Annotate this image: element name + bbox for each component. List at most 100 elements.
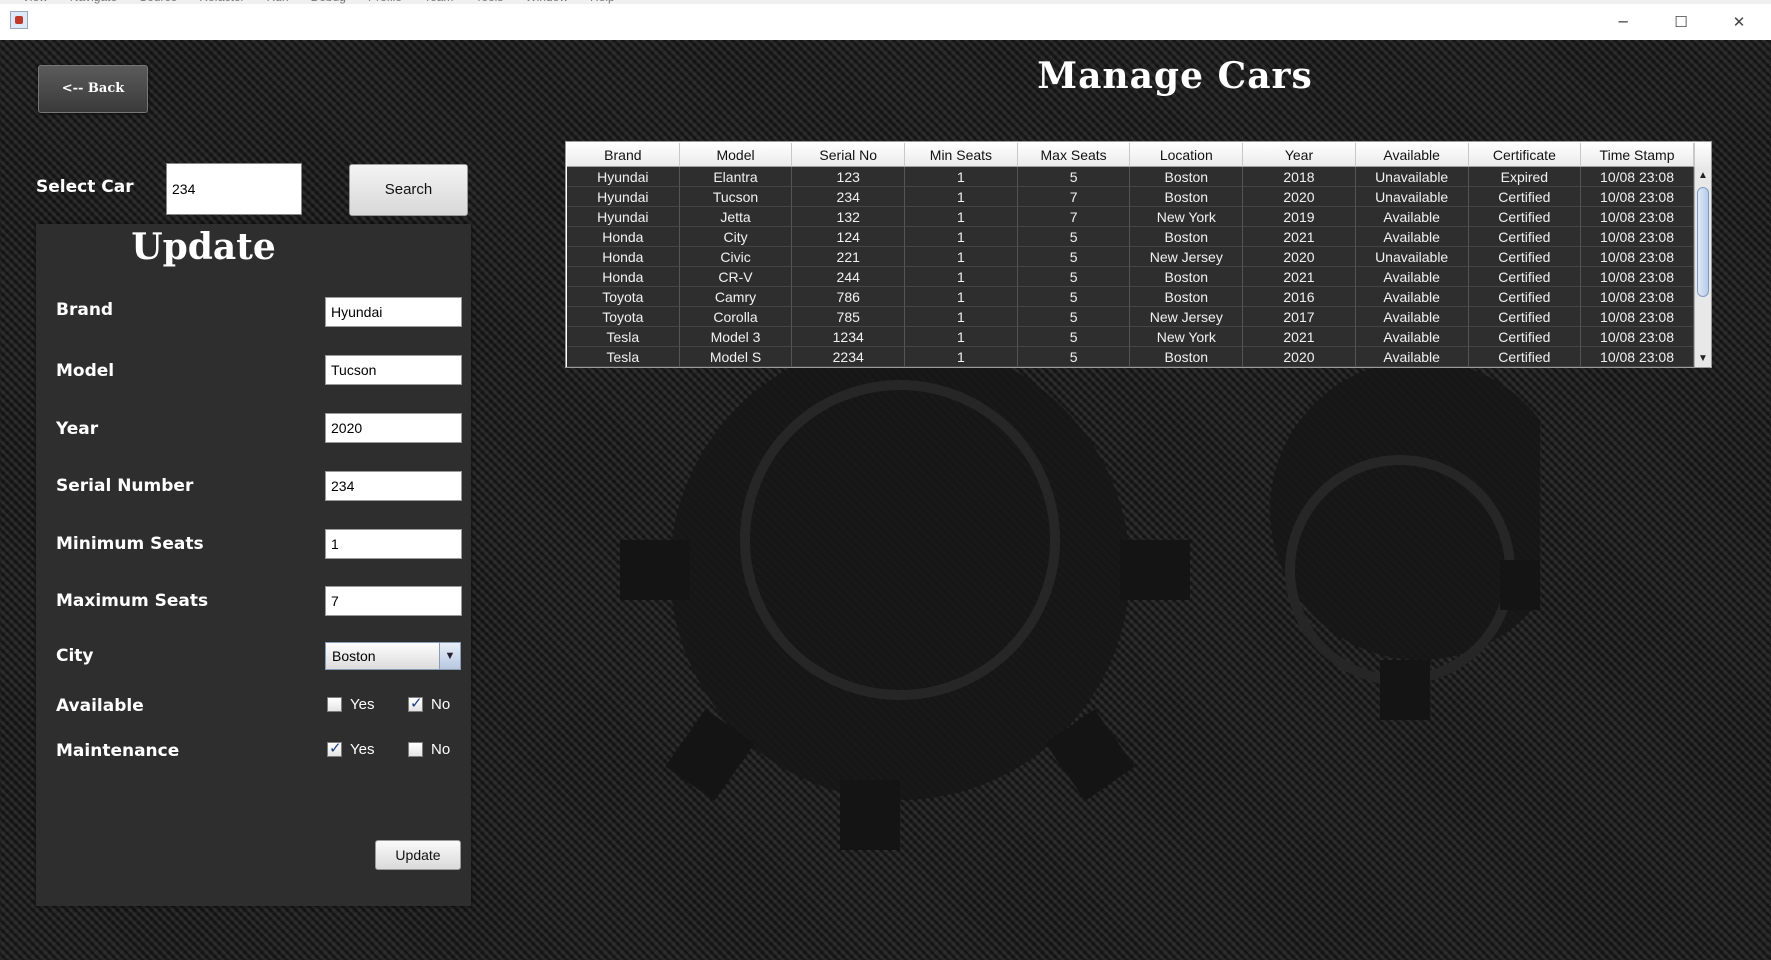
- table-cell: Boston: [1130, 347, 1244, 367]
- column-header[interactable]: Location: [1130, 143, 1244, 167]
- table-row[interactable]: Honda CR-V 244 1 5 Boston 2021 Available Certifi…: [567, 267, 1694, 287]
- serial-number-label: Serial Number: [56, 476, 194, 496]
- table-corner: [1694, 143, 1711, 167]
- select-car-input[interactable]: 234: [166, 163, 302, 215]
- serial-number-field[interactable]: 234: [325, 471, 462, 501]
- search-button[interactable]: Search: [349, 164, 468, 216]
- available-yes-label: Yes: [350, 696, 375, 713]
- scroll-down-icon[interactable]: ▼: [1695, 350, 1711, 367]
- table-cell: Hyundai: [567, 167, 680, 187]
- column-header[interactable]: Certificate: [1468, 143, 1582, 167]
- table-cell: Hyundai: [567, 207, 680, 227]
- table-body[interactable]: Hyundai Elantra 123 1 5 Boston 2018 Unavailable…: [567, 167, 1694, 367]
- table-cell: Elantra: [679, 167, 793, 187]
- available-yes-checkbox[interactable]: Yes: [327, 696, 374, 713]
- table-cell: 1: [905, 267, 1018, 287]
- maintenance-no-label: No: [431, 741, 451, 758]
- checkbox-icon[interactable]: [408, 694, 423, 712]
- chevron-down-icon[interactable]: ▼: [439, 643, 460, 669]
- minimize-button[interactable]: ─: [1594, 4, 1652, 40]
- table-cell: 10/08 23:08: [1581, 267, 1694, 287]
- table-cell: Available: [1355, 227, 1469, 247]
- table-cell: 5: [1017, 267, 1131, 287]
- close-button[interactable]: ✕: [1710, 4, 1768, 40]
- model-field[interactable]: Tucson: [325, 355, 462, 385]
- table-cell: 5: [1017, 307, 1131, 327]
- table-cell: Available: [1355, 327, 1469, 347]
- city-select[interactable]: Boston ▼: [325, 642, 461, 670]
- table-cell: Toyota: [567, 307, 680, 327]
- column-header[interactable]: Max Seats: [1017, 143, 1131, 167]
- column-header[interactable]: Brand: [567, 143, 680, 167]
- table-cell: 10/08 23:08: [1581, 327, 1694, 347]
- table-row[interactable]: Toyota Corolla 785 1 5 New Jersey 2017 Availabl…: [567, 307, 1694, 327]
- table-cell: 7: [1017, 207, 1131, 227]
- scroll-up-icon[interactable]: ▲: [1695, 167, 1711, 184]
- available-no-checkbox[interactable]: No: [408, 694, 451, 713]
- minimum-seats-field[interactable]: 1: [325, 529, 462, 559]
- maintenance-no-checkbox[interactable]: No: [408, 741, 450, 758]
- table-cell: Certified: [1468, 307, 1582, 327]
- table-cell: Honda: [567, 227, 680, 247]
- table-cell: 2020: [1243, 187, 1356, 207]
- table-row[interactable]: Honda City 124 1 5 Boston 2021 Available Certifi…: [567, 227, 1694, 247]
- table-row[interactable]: Hyundai Tucson 234 1 7 Boston 2020 Unavailable C…: [567, 187, 1694, 207]
- table-cell: Expired: [1468, 167, 1582, 187]
- table-row[interactable]: Tesla Model S 2234 1 5 Boston 2020 Available Cer…: [567, 347, 1694, 367]
- table-cell: Certified: [1468, 327, 1582, 347]
- table-cell: Tesla: [567, 327, 680, 347]
- maximize-button[interactable]: ☐: [1652, 4, 1710, 40]
- table-cell: Certified: [1468, 187, 1582, 207]
- checkbox-icon[interactable]: [408, 742, 423, 757]
- table-cell: 5: [1017, 347, 1131, 367]
- back-button[interactable]: <-- Back: [38, 65, 148, 113]
- table-cell: Boston: [1130, 287, 1244, 307]
- table-cell: 1: [905, 167, 1018, 187]
- table-row[interactable]: Toyota Camry 786 1 5 Boston 2016 Available Certi…: [567, 287, 1694, 307]
- table-cell: 1: [905, 287, 1018, 307]
- table-cell: 5: [1017, 287, 1131, 307]
- column-header[interactable]: Min Seats: [905, 143, 1018, 167]
- table-cell: 5: [1017, 247, 1131, 267]
- column-header[interactable]: Available: [1355, 143, 1469, 167]
- select-car-label: Select Car: [36, 177, 134, 197]
- column-header[interactable]: Model: [679, 143, 793, 167]
- table-cell: Toyota: [567, 287, 680, 307]
- column-header[interactable]: Serial No: [792, 143, 906, 167]
- table-scrollbar[interactable]: ▲ ▼: [1694, 167, 1711, 367]
- column-header[interactable]: Time Stamp: [1581, 143, 1694, 167]
- table-row[interactable]: Tesla Model 3 1234 1 5 New York 2021 Available C…: [567, 327, 1694, 347]
- table-cell: 1: [905, 187, 1018, 207]
- table-row[interactable]: Honda Civic 221 1 5 New Jersey 2020 Unavailable…: [567, 247, 1694, 267]
- column-header[interactable]: Year: [1243, 143, 1356, 167]
- page-title: Manage Cars: [1037, 55, 1313, 97]
- maximum-seats-field[interactable]: 7: [325, 586, 462, 616]
- java-app-icon: [10, 11, 28, 29]
- available-no-label: No: [431, 696, 451, 713]
- table-cell: Tesla: [567, 347, 680, 367]
- table-row[interactable]: Hyundai Jetta 132 1 7 New York 2019 Available Ce…: [567, 207, 1694, 227]
- checkbox-icon[interactable]: [327, 739, 342, 757]
- table-cell: 2018: [1243, 167, 1356, 187]
- table-cell: Boston: [1130, 227, 1244, 247]
- table-cell: Civic: [679, 247, 793, 267]
- table-cell: Available: [1355, 207, 1469, 227]
- maximum-seats-label: Maximum Seats: [56, 591, 209, 611]
- table-cell: 221: [792, 247, 906, 267]
- year-field[interactable]: 2020: [325, 413, 462, 443]
- table-cell: 1: [905, 347, 1018, 367]
- table-cell: 1: [905, 227, 1018, 247]
- table-cell: 2234: [792, 347, 906, 367]
- window-titlebar: ─ ☐ ✕: [0, 4, 1771, 40]
- table-cell: Certified: [1468, 267, 1582, 287]
- checkbox-icon[interactable]: [327, 697, 342, 712]
- table-row[interactable]: Hyundai Elantra 123 1 5 Boston 2018 Unavailable…: [567, 167, 1694, 187]
- maintenance-yes-checkbox[interactable]: Yes: [327, 739, 374, 758]
- table-cell: 244: [792, 267, 906, 287]
- table-cell: 10/08 23:08: [1581, 247, 1694, 267]
- table-cell: 10/08 23:08: [1581, 167, 1694, 187]
- scroll-thumb[interactable]: [1697, 187, 1709, 297]
- update-button[interactable]: Update: [375, 840, 461, 870]
- brand-field[interactable]: Hyundai: [325, 297, 462, 327]
- model-label: Model: [56, 361, 115, 381]
